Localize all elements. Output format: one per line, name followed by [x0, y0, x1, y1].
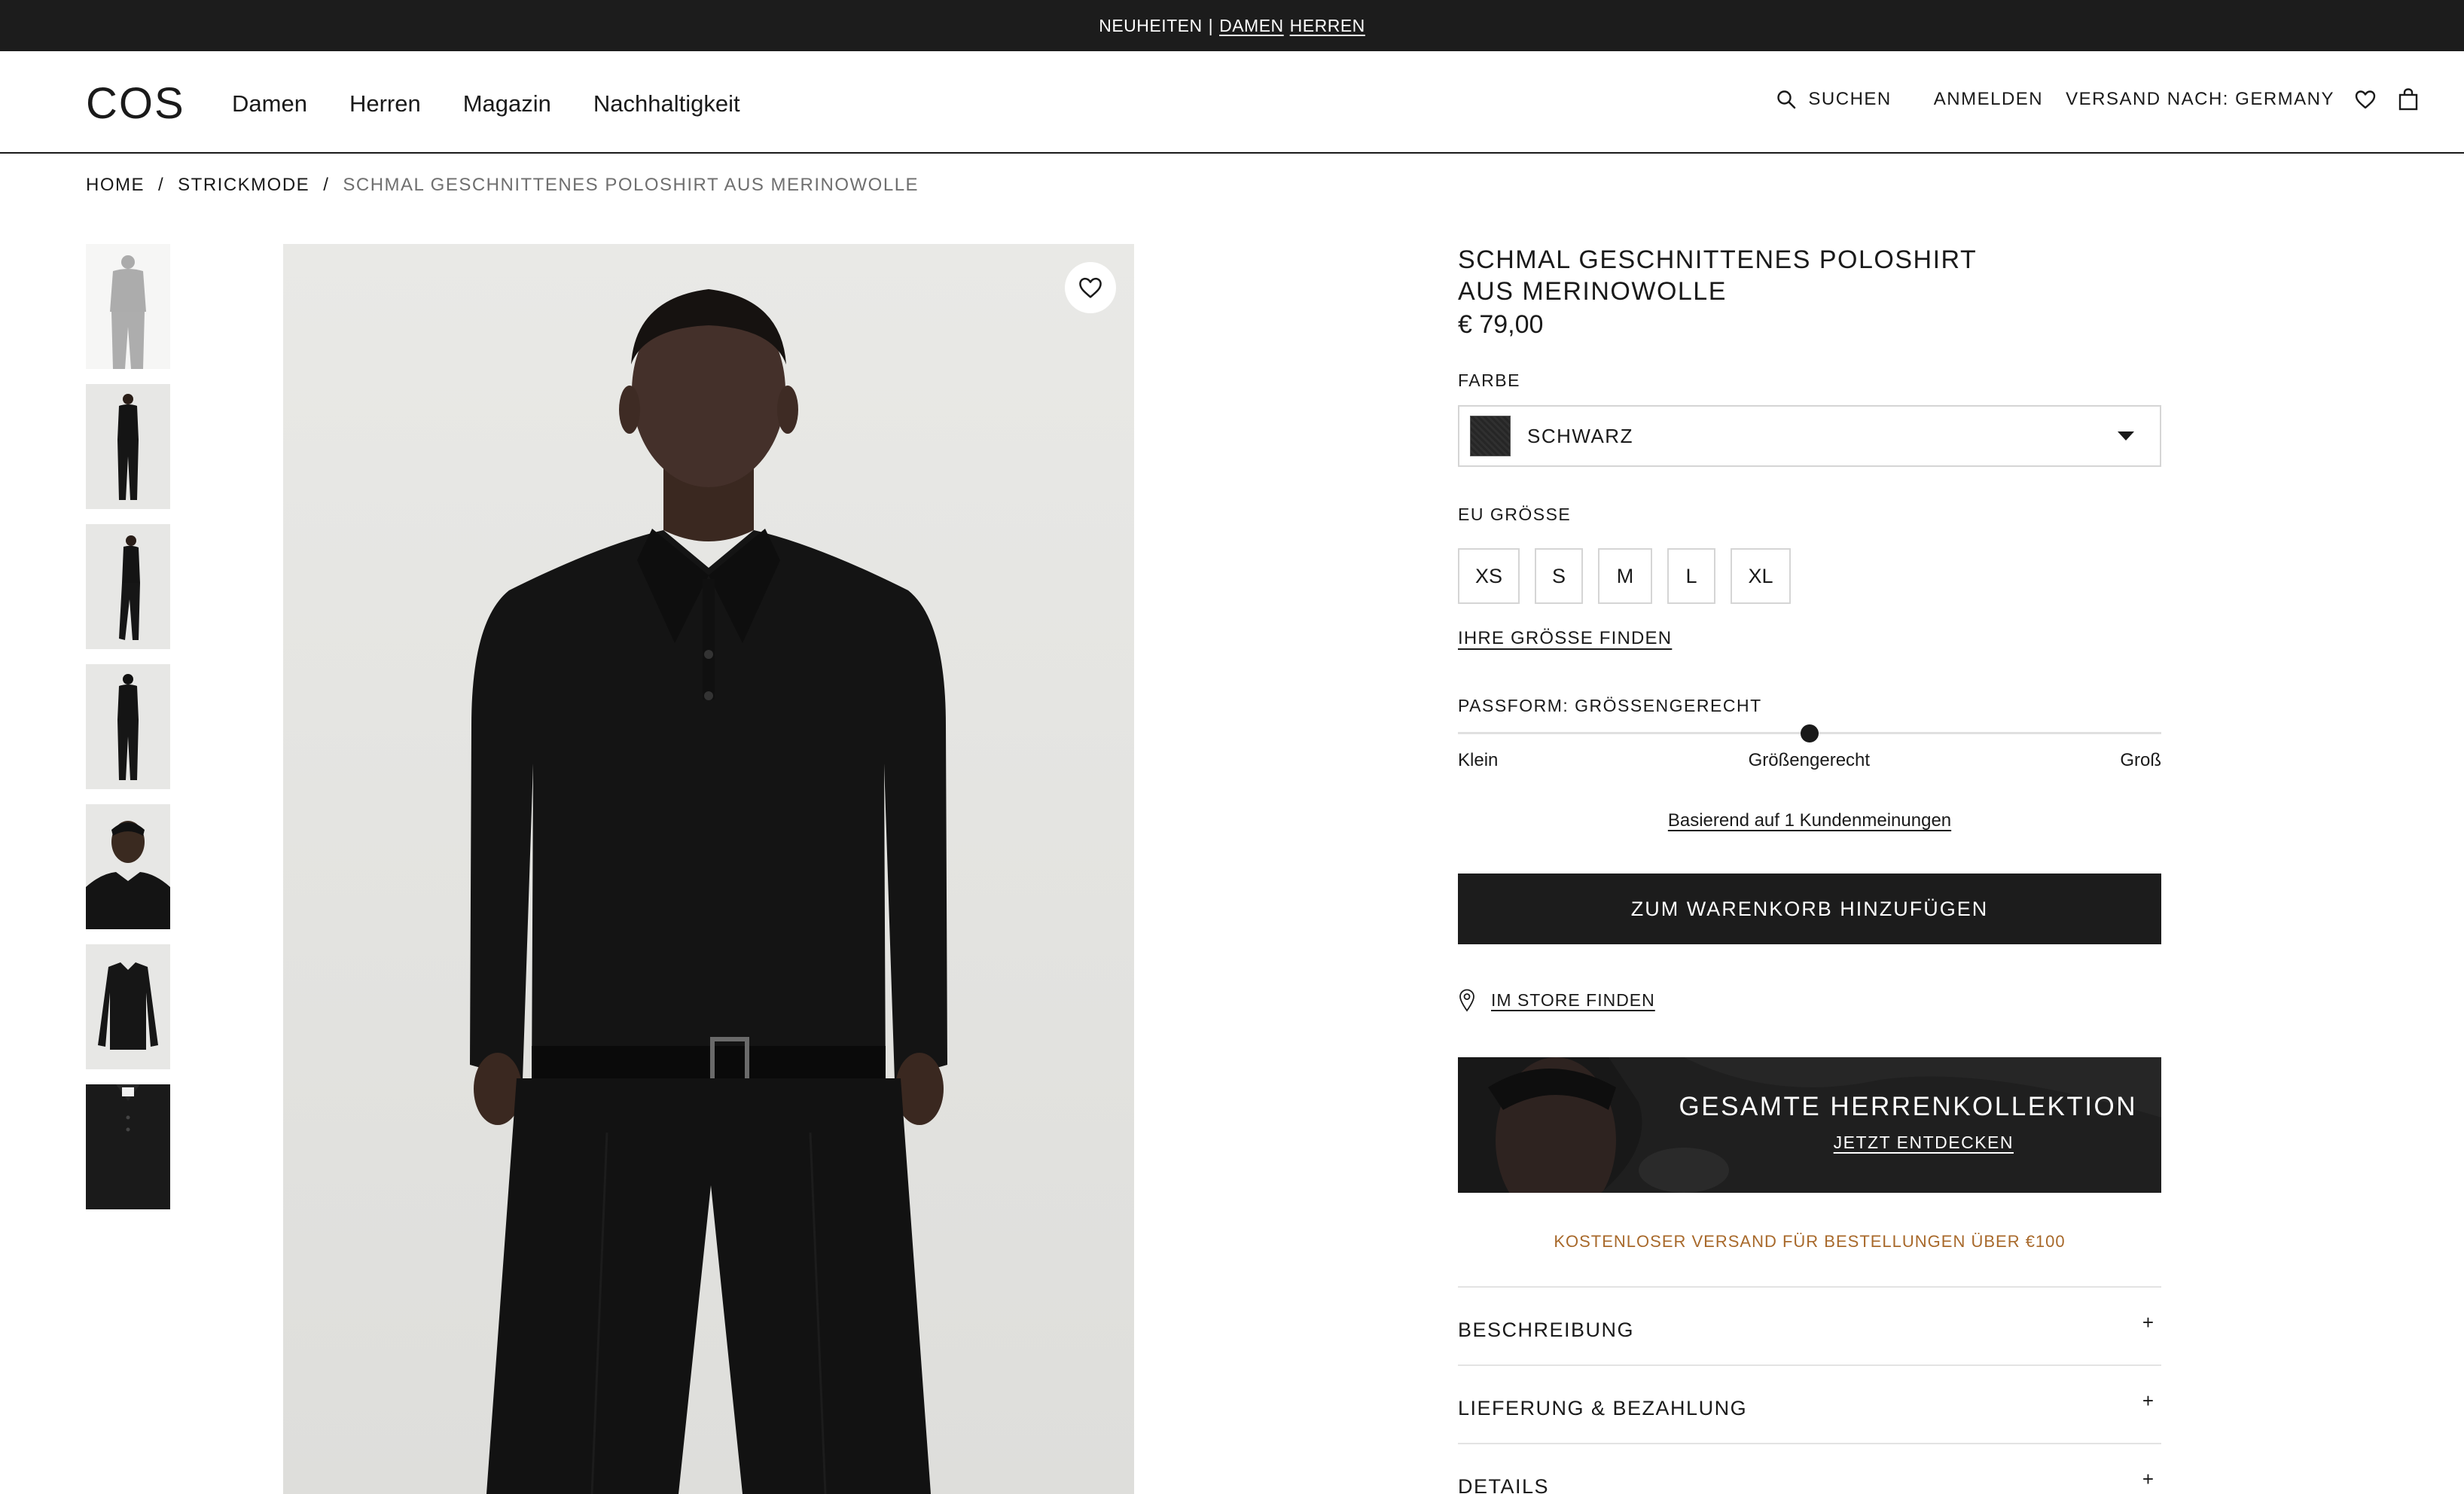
thumbnail-image	[86, 384, 170, 509]
brand-logo[interactable]: COS	[86, 78, 185, 129]
thumbnail-image	[86, 664, 170, 789]
main-product-image[interactable]	[283, 244, 1134, 1494]
color-swatch	[1470, 416, 1511, 456]
accordion-details[interactable]: DETAILS +	[1458, 1443, 2161, 1494]
thumbnail-3[interactable]	[86, 524, 170, 649]
plus-icon: +	[2142, 1467, 2154, 1490]
heart-icon	[1079, 277, 1102, 298]
bag-icon	[2398, 88, 2418, 111]
thumbnail-image	[86, 944, 170, 1069]
thumbnail-image	[86, 1084, 170, 1209]
color-select[interactable]: SCHWARZ	[1458, 405, 2161, 467]
bag-button[interactable]	[2398, 87, 2419, 111]
search-label: SUCHEN	[1808, 89, 1892, 109]
thumbnail-image	[86, 244, 170, 369]
chevron-down-icon	[2118, 431, 2134, 441]
banner-link[interactable]: JETZT ENTDECKEN	[1834, 1133, 2014, 1153]
login-label: ANMELDEN	[1933, 89, 2044, 109]
product-accordion: BESCHREIBUNG + LIEFERUNG & BEZAHLUNG + D…	[1458, 1286, 2161, 1494]
size-label: EU GRÖSSE	[1458, 505, 1572, 524]
nav-item-herren[interactable]: Herren	[349, 90, 421, 117]
location-pin-icon	[1459, 989, 1474, 1012]
size-option-l[interactable]: L	[1667, 548, 1715, 604]
shipping-country-label: VERSAND NACH: GERMANY	[2066, 89, 2334, 109]
fit-scale-small: Klein	[1458, 750, 1499, 770]
accordion-description[interactable]: BESCHREIBUNG +	[1458, 1286, 2161, 1364]
announcement-link-damen[interactable]: DAMEN	[1219, 16, 1284, 36]
find-size-link[interactable]: IHRE GRÖSSE FINDEN	[1458, 628, 1672, 649]
breadcrumb-current: SCHMAL GESCHNITTENES POLOSHIRT AUS MERIN…	[343, 175, 919, 195]
thumbnail-strip	[86, 244, 170, 1224]
main-nav: Damen Herren Magazin Nachhaltigkeit	[232, 90, 740, 117]
fit-scale-large: Groß	[2120, 750, 2161, 770]
nav-item-damen[interactable]: Damen	[232, 90, 307, 117]
thumbnail-4[interactable]	[86, 664, 170, 789]
fit-scale-indicator	[1801, 724, 1819, 742]
accordion-title: BESCHREIBUNG	[1458, 1318, 1635, 1341]
nav-item-nachhaltigkeit[interactable]: Nachhaltigkeit	[593, 90, 740, 117]
find-in-store-label: IM STORE FINDEN	[1491, 989, 1655, 1010]
heart-icon	[2355, 90, 2376, 109]
accordion-title: LIEFERUNG & BEZAHLUNG	[1458, 1396, 1748, 1419]
site-header: COS Damen Herren Magazin Nachhaltigkeit …	[0, 51, 2464, 154]
wishlist-button[interactable]	[2354, 89, 2377, 110]
announcement-bar: NEUHEITEN | DAMEN HERREN	[0, 0, 2464, 51]
thumbnail-image	[86, 524, 170, 649]
banner-title: GESAMTE HERRENKOLLEKTION	[1679, 1092, 2137, 1121]
breadcrumb-divider: /	[323, 175, 330, 195]
announcement-text: NEUHEITEN	[1099, 15, 1203, 35]
thumbnail-6[interactable]	[86, 944, 170, 1069]
header-utilities: SUCHEN ANMELDEN VERSAND NACH: GERMANY	[1776, 87, 2419, 111]
breadcrumb-divider: /	[158, 175, 165, 195]
login-link[interactable]: ANMELDEN	[1934, 89, 2043, 110]
plus-icon: +	[2142, 1310, 2154, 1334]
fit-scale-true-to-size: Größengerecht	[1748, 750, 1871, 770]
thumbnail-image	[86, 804, 170, 929]
breadcrumb: HOME / STRICKMODE / SCHMAL GESCHNITTENES…	[86, 175, 919, 196]
product-title: SCHMAL GESCHNITTENES POLOSHIRT AUS MERIN…	[1458, 244, 2030, 307]
product-info-panel: SCHMAL GESCHNITTENES POLOSHIRT AUS MERIN…	[1458, 244, 2161, 1494]
thumbnail-1[interactable]	[86, 244, 170, 369]
announcement-separator: |	[1208, 15, 1214, 35]
breadcrumb-home[interactable]: HOME	[86, 175, 145, 196]
color-label: FARBE	[1458, 370, 1520, 390]
product-price: € 79,00	[1458, 310, 1544, 339]
size-option-s[interactable]: S	[1535, 548, 1583, 604]
reviews-link[interactable]: Basierend auf 1 Kundenmeinungen	[1458, 810, 2161, 831]
thumbnail-5[interactable]	[86, 804, 170, 929]
shipping-country-selector[interactable]: VERSAND NACH: GERMANY	[2066, 89, 2334, 110]
fit-label: PASSFORM: GRÖSSENGERECHT	[1458, 696, 1762, 715]
plus-icon: +	[2142, 1389, 2154, 1412]
color-select-value: SCHWARZ	[1527, 424, 1633, 447]
product-photo	[283, 244, 1134, 1494]
thumbnail-7[interactable]	[86, 1084, 170, 1209]
accordion-title: DETAILS	[1458, 1474, 1550, 1494]
find-in-store-link[interactable]: IM STORE FINDEN	[1458, 988, 1655, 1012]
nav-item-magazin[interactable]: Magazin	[463, 90, 551, 117]
product-title-line-2: AUS MERINOWOLLE	[1458, 277, 1727, 306]
size-option-xs[interactable]: XS	[1458, 548, 1520, 604]
product-title-line-1: SCHMAL GESCHNITTENES POLOSHIRT	[1458, 245, 1978, 274]
fit-scale-labels: Klein Größengerecht Groß	[1458, 750, 2161, 771]
collection-banner[interactable]: GESAMTE HERRENKOLLEKTION JETZT ENTDECKEN	[1458, 1057, 2161, 1193]
size-option-xl[interactable]: XL	[1731, 548, 1791, 604]
free-shipping-note: KOSTENLOSER VERSAND FÜR BESTELLUNGEN ÜBE…	[1554, 1232, 2066, 1251]
search-button[interactable]: SUCHEN	[1776, 89, 1891, 110]
search-icon	[1777, 90, 1796, 109]
thumbnail-2[interactable]	[86, 384, 170, 509]
accordion-delivery-payment[interactable]: LIEFERUNG & BEZAHLUNG +	[1458, 1364, 2161, 1443]
size-option-m[interactable]: M	[1598, 548, 1652, 604]
size-options: XS S M L XL	[1458, 548, 1791, 604]
image-wishlist-button[interactable]	[1065, 262, 1116, 313]
announcement-link-herren[interactable]: HERREN	[1290, 16, 1365, 36]
add-to-cart-button[interactable]: ZUM WARENKORB HINZUFÜGEN	[1458, 874, 2161, 944]
breadcrumb-strickmode[interactable]: STRICKMODE	[178, 175, 310, 196]
banner-image	[1458, 1057, 2161, 1193]
